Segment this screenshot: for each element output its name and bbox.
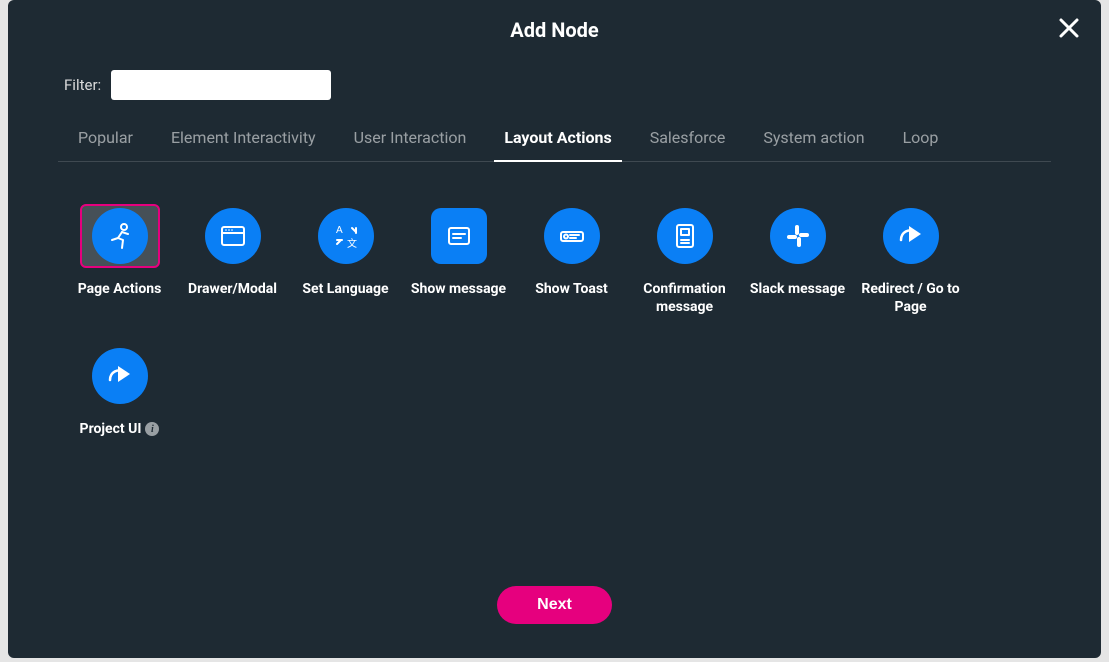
card-icon-box bbox=[645, 204, 725, 268]
card-redirect-go-to-page[interactable]: Redirect / Go to Page bbox=[859, 204, 962, 316]
card-label: Drawer/Modal bbox=[188, 280, 277, 298]
svg-text:文: 文 bbox=[347, 237, 357, 250]
card-slack-message[interactable]: Slack message bbox=[746, 204, 849, 316]
message-box-icon bbox=[431, 208, 487, 264]
card-icon-box bbox=[532, 204, 612, 268]
card-label: Redirect / Go to Page bbox=[859, 280, 962, 316]
card-icon-box bbox=[80, 344, 160, 408]
redirect-arrow-icon bbox=[92, 348, 148, 404]
card-page-actions[interactable]: Page Actions bbox=[68, 204, 171, 316]
next-button[interactable]: Next bbox=[497, 586, 612, 624]
card-label: Page Actions bbox=[78, 280, 162, 298]
tab-popular[interactable]: Popular bbox=[78, 128, 133, 161]
slack-icon bbox=[770, 208, 826, 264]
tab-salesforce[interactable]: Salesforce bbox=[650, 128, 726, 161]
card-set-language[interactable]: A文 Set Language bbox=[294, 204, 397, 316]
card-label: Show Toast bbox=[535, 280, 608, 298]
add-node-modal: Add Node Filter: Popular Element Interact… bbox=[8, 0, 1101, 658]
card-label: Slack message bbox=[750, 280, 845, 298]
modal-footer: Next bbox=[8, 586, 1101, 624]
filter-row: Filter: bbox=[64, 70, 1051, 100]
window-icon bbox=[205, 208, 261, 264]
card-label: Confirmation message bbox=[633, 280, 736, 316]
close-icon bbox=[1057, 16, 1081, 40]
card-confirmation-message[interactable]: Confirmation message bbox=[633, 204, 736, 316]
document-icon bbox=[657, 208, 713, 264]
card-icon-box bbox=[419, 204, 499, 268]
redirect-arrow-icon bbox=[883, 208, 939, 264]
card-icon-box bbox=[871, 204, 951, 268]
tab-user-interaction[interactable]: User Interaction bbox=[354, 128, 467, 161]
filter-label: Filter: bbox=[64, 76, 101, 94]
card-icon-box bbox=[758, 204, 838, 268]
translate-icon: A文 bbox=[318, 208, 374, 264]
tab-layout-actions[interactable]: Layout Actions bbox=[504, 128, 611, 161]
card-label: Show message bbox=[411, 280, 506, 298]
card-icon-box bbox=[193, 204, 273, 268]
card-icon-box bbox=[80, 204, 160, 268]
filter-input[interactable] bbox=[111, 70, 331, 100]
card-project-ui[interactable]: Project UIi bbox=[68, 344, 171, 438]
toast-icon bbox=[544, 208, 600, 264]
info-icon[interactable]: i bbox=[145, 422, 159, 436]
modal-title: Add Node bbox=[58, 18, 1051, 42]
card-grid: Page Actions Drawer/Modal A文 Set Language Sh… bbox=[58, 204, 1051, 439]
tab-element-interactivity[interactable]: Element Interactivity bbox=[171, 128, 316, 161]
tab-system-action[interactable]: System action bbox=[763, 128, 864, 161]
svg-text:A: A bbox=[336, 225, 343, 236]
card-label: Project UIi bbox=[80, 420, 160, 438]
card-label: Set Language bbox=[302, 280, 388, 298]
tabs: Popular Element Interactivity User Interac… bbox=[58, 128, 1051, 162]
runner-icon bbox=[92, 208, 148, 264]
card-show-toast[interactable]: Show Toast bbox=[520, 204, 623, 316]
tab-loop[interactable]: Loop bbox=[903, 128, 939, 161]
card-icon-box: A文 bbox=[306, 204, 386, 268]
card-drawer-modal[interactable]: Drawer/Modal bbox=[181, 204, 284, 316]
close-button[interactable] bbox=[1057, 16, 1081, 40]
card-show-message[interactable]: Show message bbox=[407, 204, 510, 316]
